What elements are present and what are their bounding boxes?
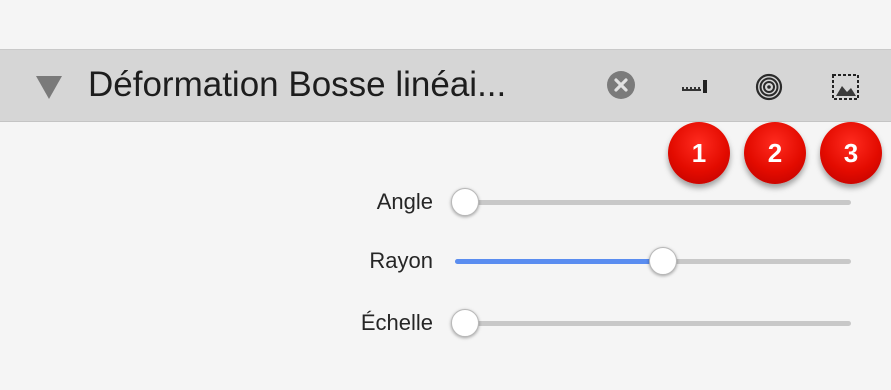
callout-badge-1: 1	[668, 122, 730, 184]
callout-badge-2: 2	[744, 122, 806, 184]
rayon-slider-thumb[interactable]	[649, 247, 677, 275]
concentric-circles-icon[interactable]	[752, 70, 786, 104]
slider-label-echelle: Échelle	[360, 310, 433, 335]
callout-badge-3: 3	[820, 122, 882, 184]
slider-label-angle: Angle	[376, 189, 433, 214]
echelle-slider-track[interactable]	[451, 309, 851, 337]
slider-row-echelle: Échelle	[0, 303, 891, 343]
slider-label-rayon: Rayon	[369, 248, 433, 273]
slider-row-angle: Angle	[0, 182, 891, 222]
echelle-slider-thumb[interactable]	[451, 309, 479, 337]
rayon-slider-fill	[455, 259, 653, 264]
disclosure-triangle-icon[interactable]	[34, 72, 64, 102]
image-selection-icon[interactable]	[829, 70, 863, 104]
angle-slider-thumb[interactable]	[451, 188, 479, 216]
rayon-slider-track[interactable]	[455, 247, 851, 275]
slider-row-rayon: Rayon	[0, 241, 891, 281]
filter-panel: Déformation Bosse linéai... 1 2 3 Angle …	[0, 0, 891, 390]
close-circle-icon[interactable]	[606, 70, 636, 100]
filter-title: Déformation Bosse linéai...	[88, 65, 507, 104]
angle-slider-track[interactable]	[451, 188, 851, 216]
ruler-icon[interactable]	[678, 70, 712, 104]
filter-header[interactable]: Déformation Bosse linéai...	[0, 49, 891, 122]
panel-top-area	[0, 0, 891, 49]
